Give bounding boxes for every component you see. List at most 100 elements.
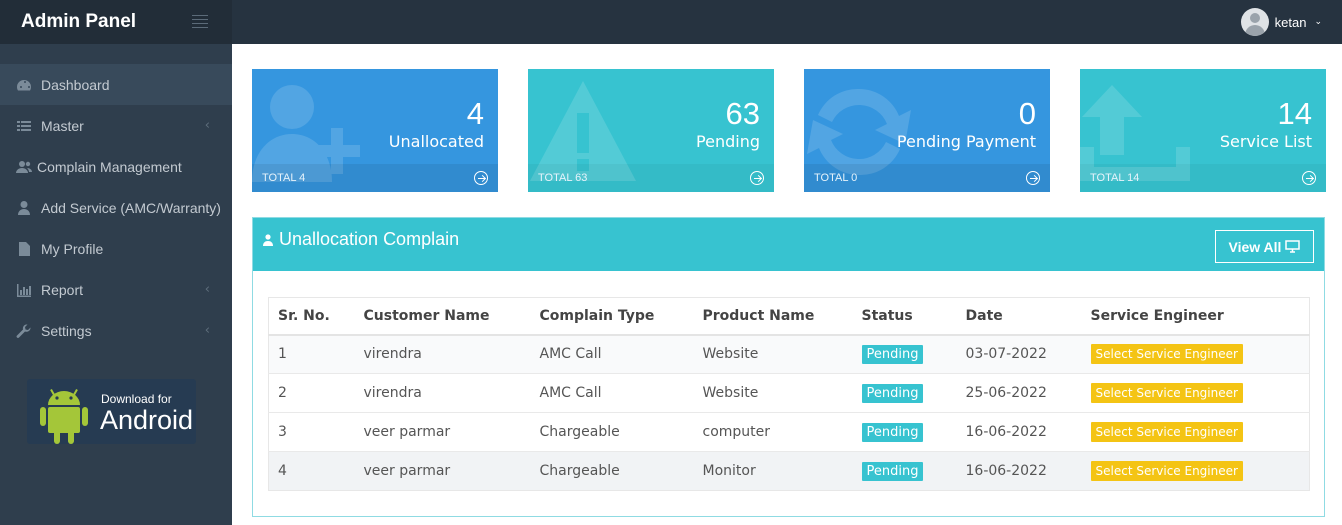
sidebar-item-label: Complain Management (37, 158, 182, 175)
cell-status: Pending (852, 334, 957, 374)
cell-date: 16-06-2022 (956, 451, 1082, 491)
cell-product: Website (693, 334, 853, 374)
column-header: Product Name (693, 297, 853, 336)
wrench-icon (14, 323, 34, 339)
panel-title-text: Unallocation Complain (279, 229, 460, 249)
sidebar-item-report[interactable]: Report ‹ (0, 269, 232, 310)
stat-card-pending-payment[interactable]: 0 Pending Payment TOTAL 0 (804, 69, 1050, 192)
cell-sr: 3 (268, 412, 355, 452)
arrow-circle-right-icon[interactable] (1302, 171, 1316, 185)
select-service-engineer-button[interactable]: Select Service Engineer (1090, 344, 1243, 365)
sidebar-item-master[interactable]: Master ‹ (0, 105, 232, 146)
top-header: Admin Panel ketan ⌄ (0, 0, 1342, 44)
stat-value: 14 (1277, 96, 1312, 131)
table-row: 4 veer parmar Chargeable Monitor Pending… (268, 451, 1310, 491)
stat-footer: TOTAL 4 (252, 164, 498, 192)
user-menu[interactable]: ketan ⌄ (1240, 7, 1322, 37)
cell-product: Monitor (693, 451, 853, 491)
monitor-icon (1285, 240, 1301, 253)
chevron-left-icon: ‹ (204, 282, 210, 297)
cell-action: Select Service Engineer (1081, 412, 1310, 452)
sidebar: Dashboard Master ‹ Complain Management A… (0, 44, 232, 525)
cell-status: Pending (852, 451, 957, 491)
dashboard-icon (14, 77, 34, 93)
panel-title: Unallocation Complain (263, 229, 459, 250)
select-service-engineer-button[interactable]: Select Service Engineer (1090, 422, 1243, 442)
table-row: 2 virendra AMC Call Website Pending 25-0… (268, 373, 1310, 413)
cell-customer: virendra (354, 373, 531, 413)
stat-value: 0 (1018, 96, 1036, 131)
main-content: 4 Unallocated TOTAL 4 63 Pending TOTAL 6… (232, 44, 1342, 525)
view-all-label: View All (1228, 238, 1282, 255)
sidebar-item-label: Settings (41, 322, 92, 339)
cell-type: Chargeable (530, 412, 694, 452)
cell-action: Select Service Engineer (1081, 451, 1310, 491)
bar-chart-icon (14, 282, 34, 298)
table-row: 3 veer parmar Chargeable computer Pendin… (268, 412, 1310, 452)
cell-action: Select Service Engineer (1081, 334, 1310, 374)
status-badge: Pending (861, 344, 924, 364)
stat-value: 4 (466, 96, 484, 131)
cell-customer: veer parmar (354, 451, 531, 491)
stat-card-service-list[interactable]: 14 Service List TOTAL 14 (1080, 69, 1326, 192)
table-header-row: Sr. No. Customer Name Complain Type Prod… (268, 297, 1310, 336)
android-download-badge[interactable]: Download for Android (27, 379, 196, 444)
cell-type: AMC Call (530, 334, 694, 374)
avatar (1240, 8, 1269, 36)
column-header: Date (956, 297, 1082, 336)
user-name: ketan (1274, 14, 1307, 30)
select-service-engineer-button[interactable]: Select Service Engineer (1090, 461, 1243, 481)
cell-type: Chargeable (530, 451, 694, 491)
status-badge: Pending (861, 461, 924, 481)
stat-footer-text: TOTAL 4 (262, 172, 306, 184)
stat-card-unallocated[interactable]: 4 Unallocated TOTAL 4 (252, 69, 498, 192)
users-icon (14, 159, 34, 175)
stat-footer-text: TOTAL 0 (814, 172, 858, 184)
column-header: Complain Type (530, 297, 694, 336)
cell-product: computer (693, 412, 853, 452)
arrow-circle-right-icon[interactable] (750, 171, 764, 185)
cell-type: AMC Call (530, 373, 694, 413)
unallocation-complain-panel: Unallocation Complain View All Sr. No. C… (252, 217, 1325, 517)
android-robot-icon (40, 389, 88, 444)
view-all-button[interactable]: View All (1215, 230, 1314, 263)
cell-date: 03-07-2022 (956, 334, 1082, 374)
cell-status: Pending (852, 373, 957, 413)
sidebar-item-settings[interactable]: Settings ‹ (0, 310, 232, 351)
stat-label: Pending (696, 132, 760, 151)
panel-header: Unallocation Complain View All (253, 218, 1324, 271)
cell-customer: veer parmar (354, 412, 531, 452)
cell-status: Pending (852, 412, 957, 452)
android-badge-line2: Android (100, 405, 194, 435)
sidebar-item-complain-management[interactable]: Complain Management (0, 146, 232, 187)
stat-footer: TOTAL 0 (804, 164, 1050, 192)
cell-sr: 4 (268, 451, 355, 491)
sidebar-item-add-service[interactable]: Add Service (AMC/Warranty) (0, 187, 232, 228)
arrow-circle-right-icon[interactable] (1026, 171, 1040, 185)
sidebar-item-dashboard[interactable]: Dashboard (0, 64, 232, 105)
menu-toggle-icon[interactable] (192, 15, 208, 28)
status-badge: Pending (861, 383, 924, 403)
user-icon (14, 200, 34, 216)
stat-footer-text: TOTAL 63 (538, 172, 588, 184)
user-icon (263, 233, 273, 246)
android-badge-line1: Download for (101, 392, 172, 406)
stat-card-pending[interactable]: 63 Pending TOTAL 63 (528, 69, 774, 192)
column-header: Service Engineer (1081, 297, 1310, 336)
stat-label: Unallocated (388, 132, 484, 151)
cell-date: 25-06-2022 (956, 373, 1082, 413)
list-icon (14, 118, 34, 134)
stat-value: 63 (725, 96, 760, 131)
sidebar-item-label: Add Service (AMC/Warranty) (41, 199, 221, 216)
sidebar-item-my-profile[interactable]: My Profile (0, 228, 232, 269)
select-service-engineer-button[interactable]: Select Service Engineer (1090, 383, 1243, 403)
sidebar-nav: Dashboard Master ‹ Complain Management A… (0, 64, 232, 351)
chevron-left-icon: ‹ (204, 323, 210, 338)
stat-label: Service List (1219, 132, 1312, 151)
app-title: Admin Panel (21, 11, 137, 32)
sidebar-item-label: Master (41, 117, 84, 134)
cell-customer: virendra (354, 334, 531, 374)
column-header: Customer Name (354, 297, 531, 336)
arrow-circle-right-icon[interactable] (474, 171, 488, 185)
sidebar-item-label: Report (41, 281, 84, 298)
